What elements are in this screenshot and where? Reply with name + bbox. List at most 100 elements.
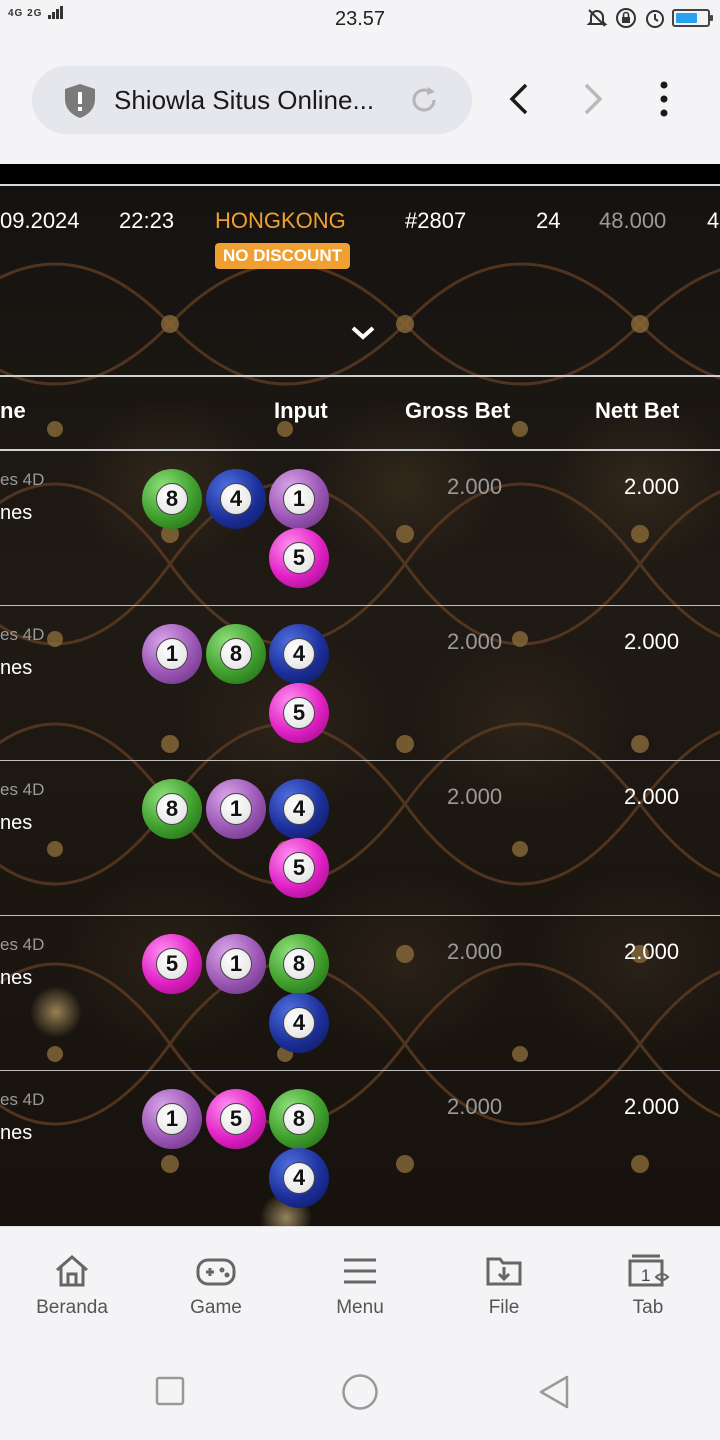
tabs-icon: 1 xyxy=(628,1254,670,1287)
divider xyxy=(0,184,720,186)
bet-history-panel: 09.2024 22:23 HONGKONG NO DISCOUNT #2807… xyxy=(0,164,720,1226)
nav-label: Beranda xyxy=(36,1297,108,1318)
column-header-gross: Gross Bet xyxy=(405,398,511,423)
status-icons xyxy=(586,6,713,30)
bet-name: nes xyxy=(0,502,33,524)
lottery-ball: 4 xyxy=(269,624,329,684)
column-header-nett: Nett Bet xyxy=(595,398,680,423)
bet-type: es 4D xyxy=(0,935,45,954)
battery-icon xyxy=(672,9,713,27)
lottery-ball: 5 xyxy=(269,838,329,898)
lottery-ball: 1 xyxy=(142,624,202,684)
bet-name: nes xyxy=(0,812,33,834)
lottery-ball: 8 xyxy=(269,1089,329,1149)
bet-time: 22:23 xyxy=(119,208,175,233)
lottery-ball: 1 xyxy=(206,779,266,839)
lottery-ball: 8 xyxy=(269,934,329,994)
lottery-ball: 4 xyxy=(206,469,266,529)
gross-bet-value: 2.000 xyxy=(447,939,503,964)
recents-icon[interactable] xyxy=(155,1376,185,1406)
gross-bet-value: 2.000 xyxy=(447,474,503,499)
lottery-ball: 8 xyxy=(142,469,202,529)
back-icon[interactable] xyxy=(504,82,534,116)
ball-number: 5 xyxy=(283,542,315,574)
nav-label: Game xyxy=(190,1297,242,1318)
more-icon[interactable] xyxy=(652,80,676,118)
bet-type: es 4D xyxy=(0,470,45,489)
menu-icon xyxy=(344,1258,376,1284)
lottery-ball: 8 xyxy=(206,624,266,684)
ball-number: 4 xyxy=(220,483,252,515)
ball-number: 4 xyxy=(283,793,315,825)
bet-type: es 4D xyxy=(0,625,45,644)
chevron-down-icon[interactable] xyxy=(350,324,376,342)
no-discount-badge: NO DISCOUNT xyxy=(215,243,350,269)
nav-tab[interactable]: 1 Tab xyxy=(588,1251,708,1319)
bet-row: es 4D nes 2.000 2.000 8 1 4 5 xyxy=(0,760,720,915)
reload-icon[interactable] xyxy=(408,84,440,116)
header-band xyxy=(0,164,720,184)
nav-file[interactable]: File xyxy=(444,1251,564,1319)
download-folder-icon xyxy=(486,1257,522,1286)
gross-bet-value: 2.000 xyxy=(447,784,503,809)
lottery-ball: 8 xyxy=(142,779,202,839)
ball-number: 4 xyxy=(283,1162,315,1194)
shield-icon xyxy=(65,84,95,118)
home-circle-icon[interactable] xyxy=(341,1373,379,1411)
ball-number: 8 xyxy=(220,638,252,670)
nett-bet-value: 2.000 xyxy=(624,939,680,964)
ball-number: 1 xyxy=(220,793,252,825)
nett-bet-value: 2.000 xyxy=(624,784,680,809)
system-navigation-bar xyxy=(0,1340,720,1440)
bet-type: es 4D xyxy=(0,780,45,799)
lottery-ball: 5 xyxy=(269,528,329,588)
lottery-ball: 5 xyxy=(269,683,329,743)
nav-label: Tab xyxy=(632,1297,664,1318)
bet-name: nes xyxy=(0,1122,33,1144)
browser-toolbar: Shiowla Situs Online... xyxy=(0,40,720,164)
bet-date: 09.2024 xyxy=(0,208,80,233)
alarm-icon xyxy=(646,10,664,28)
bet-type: es 4D xyxy=(0,1090,45,1109)
nett-bet-value: 2.000 xyxy=(624,474,680,499)
bet-count: 24 xyxy=(536,208,561,233)
lottery-ball: 1 xyxy=(142,1089,202,1149)
back-triangle-icon[interactable] xyxy=(537,1374,571,1410)
page-title: Shiowla Situs Online... xyxy=(114,85,375,115)
nav-label: Menu xyxy=(336,1297,384,1318)
nav-game[interactable]: Game xyxy=(156,1251,276,1319)
ball-number: 8 xyxy=(156,483,188,515)
ball-number: 5 xyxy=(283,697,315,729)
gross-bet-value: 2.000 xyxy=(447,1094,503,1119)
address-bar[interactable]: Shiowla Situs Online... xyxy=(32,66,472,134)
column-header-input: Input xyxy=(274,398,328,423)
forward-icon[interactable] xyxy=(578,82,608,116)
bet-row: es 4D nes 2.000 2.000 5 1 8 4 xyxy=(0,915,720,1070)
period-number: #2807 xyxy=(405,208,467,233)
lottery-ball: 4 xyxy=(269,1148,329,1208)
ball-number: 8 xyxy=(283,1103,315,1135)
market-name: HONGKONG xyxy=(215,208,346,233)
ball-number: 4 xyxy=(283,1007,315,1039)
rotation-lock-icon xyxy=(616,8,636,28)
nett-bet-value: 2.000 xyxy=(624,1094,680,1119)
bet-row: es 4D nes 2.000 2.000 8 4 1 5 xyxy=(0,450,720,605)
lottery-ball: 5 xyxy=(206,1089,266,1149)
lottery-ball: 1 xyxy=(269,469,329,529)
lottery-ball: 5 xyxy=(142,934,202,994)
bet-name: nes xyxy=(0,967,33,989)
gross-bet-value: 2.000 xyxy=(447,629,503,654)
bet-name: nes xyxy=(0,657,33,679)
ball-number: 1 xyxy=(220,948,252,980)
ball-number: 1 xyxy=(283,483,315,515)
bet-row: es 4D nes 2.000 2.000 1 8 4 5 xyxy=(0,605,720,760)
ball-number: 8 xyxy=(156,793,188,825)
nav-menu[interactable]: Menu xyxy=(300,1251,420,1319)
column-header-name: ne xyxy=(0,398,26,423)
ball-number: 1 xyxy=(156,638,188,670)
nav-label: File xyxy=(488,1297,520,1318)
mute-icon xyxy=(586,9,608,27)
nav-beranda[interactable]: Beranda xyxy=(12,1251,132,1319)
gamepad-icon xyxy=(196,1258,236,1286)
lottery-ball: 1 xyxy=(206,934,266,994)
